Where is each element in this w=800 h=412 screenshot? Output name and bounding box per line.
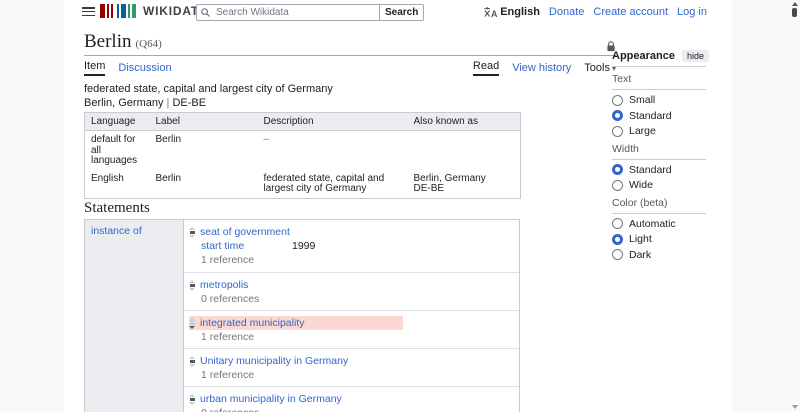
radio-text-standard[interactable]: Standard bbox=[612, 110, 706, 121]
scrollbar-thumb[interactable] bbox=[792, 8, 797, 17]
search-icon bbox=[201, 8, 210, 17]
radio-width-standard[interactable]: Standard bbox=[612, 164, 706, 175]
references-toggle[interactable]: 1 reference bbox=[201, 253, 519, 267]
scrollbar-down-arrow[interactable] bbox=[792, 405, 798, 409]
login-link[interactable]: Log in bbox=[677, 6, 707, 18]
table-row: English Berlin federated state, capital … bbox=[85, 170, 521, 199]
appearance-title: Appearance bbox=[612, 50, 675, 62]
wikidata-logo[interactable]: WIKIDATA bbox=[100, 4, 208, 18]
claim-unitary-municipality: Unitary municipality in Germany 1 refere… bbox=[184, 349, 519, 387]
section-label-text: Text bbox=[612, 73, 706, 90]
tab-discussion[interactable]: Discussion bbox=[118, 62, 171, 74]
cell-description: – bbox=[258, 131, 408, 170]
property-link-instance-of[interactable]: instance of bbox=[91, 225, 142, 237]
hide-appearance-button[interactable]: hide bbox=[682, 50, 709, 62]
section-label-color: Color (beta) bbox=[612, 197, 706, 214]
search-input[interactable] bbox=[196, 4, 379, 21]
cell-aka: Berlin, GermanyDE-BE bbox=[408, 170, 521, 199]
cell-language: English bbox=[85, 170, 150, 199]
page-content: WIKIDATA Search A English Donate Create … bbox=[64, 0, 732, 412]
entity-aliases: Berlin, Germany | DE-BE bbox=[84, 97, 616, 110]
claim-value-link[interactable]: seat of government bbox=[200, 226, 290, 238]
references-toggle[interactable]: 1 reference bbox=[201, 330, 519, 344]
qualifier-property-link[interactable]: start time bbox=[201, 240, 292, 252]
qualifier-value: 1999 bbox=[292, 240, 315, 252]
tab-read[interactable]: Read bbox=[473, 60, 499, 76]
donate-link[interactable]: Donate bbox=[549, 6, 584, 18]
terms-table: Language Label Description Also known as… bbox=[84, 112, 521, 199]
language-label: English bbox=[500, 6, 540, 18]
radio-color-light[interactable]: Light bbox=[612, 234, 706, 245]
page-title: Berlin bbox=[84, 31, 132, 52]
svg-text:A: A bbox=[491, 9, 497, 18]
radio-icon[interactable] bbox=[612, 95, 623, 106]
col-also-known-as: Also known as bbox=[408, 113, 521, 131]
title-row: Berlin (Q64) bbox=[84, 32, 616, 56]
language-icon: A bbox=[484, 7, 497, 18]
tabs-row: Item Discussion Read View history Tools▾ bbox=[84, 60, 616, 76]
radio-icon[interactable] bbox=[612, 180, 623, 191]
cell-label: Berlin bbox=[150, 170, 258, 199]
claim-seat-of-government: seat of government start time 1999 1 ref… bbox=[184, 220, 519, 273]
rank-normal-icon bbox=[189, 394, 195, 405]
entity-id: (Q64) bbox=[136, 38, 162, 50]
rank-normal-icon bbox=[189, 280, 195, 291]
terms-header-row: Language Label Description Also known as bbox=[85, 113, 521, 131]
radio-selected-icon[interactable] bbox=[612, 234, 623, 245]
references-toggle[interactable]: 0 references bbox=[201, 406, 519, 412]
wikidata-logo-bars-icon bbox=[100, 4, 136, 18]
create-account-link[interactable]: Create account bbox=[593, 6, 668, 18]
rank-normal-icon bbox=[189, 356, 195, 367]
radio-icon[interactable] bbox=[612, 126, 623, 137]
hamburger-menu-icon[interactable] bbox=[82, 7, 95, 17]
references-toggle[interactable]: 0 references bbox=[201, 292, 519, 306]
cell-language: default for all languages bbox=[85, 131, 150, 170]
claim-metropolis: metropolis 0 references bbox=[184, 273, 519, 311]
radio-width-wide[interactable]: Wide bbox=[612, 180, 706, 191]
cell-aka bbox=[408, 131, 521, 170]
claim-integrated-municipality: integrated municipality 1 reference bbox=[184, 311, 519, 349]
language-selector[interactable]: A English bbox=[484, 6, 540, 18]
statements-heading: Statements bbox=[84, 200, 150, 217]
references-toggle[interactable]: 1 reference bbox=[201, 368, 519, 382]
radio-color-automatic[interactable]: Automatic bbox=[612, 218, 706, 229]
claim-value-link[interactable]: integrated municipality bbox=[200, 317, 304, 329]
radio-selected-icon[interactable] bbox=[612, 110, 623, 121]
claim-value-link[interactable]: urban municipality in Germany bbox=[200, 393, 342, 405]
claim-urban-municipality: urban municipality in Germany 0 referenc… bbox=[184, 387, 519, 412]
tab-item[interactable]: Item bbox=[84, 60, 105, 76]
property-cell: instance of bbox=[85, 220, 183, 412]
radio-selected-icon[interactable] bbox=[612, 164, 623, 175]
claim-value-link[interactable]: Unitary municipality in Germany bbox=[200, 355, 348, 367]
radio-text-small[interactable]: Small bbox=[612, 95, 706, 106]
table-row: default for all languages Berlin – bbox=[85, 131, 521, 170]
radio-color-dark[interactable]: Dark bbox=[612, 249, 706, 260]
cell-description: federated state, capital and largest cit… bbox=[258, 170, 408, 199]
rank-normal-icon bbox=[189, 227, 195, 238]
entity-description: federated state, capital and largest cit… bbox=[84, 83, 616, 96]
scrollbar-up-arrow[interactable] bbox=[792, 2, 798, 6]
statements-group: instance of seat of government start tim… bbox=[84, 219, 520, 412]
radio-text-large[interactable]: Large bbox=[612, 126, 706, 137]
rank-deprecated-icon bbox=[189, 318, 195, 329]
claim-value-link[interactable]: metropolis bbox=[200, 279, 248, 291]
cell-label: Berlin bbox=[150, 131, 258, 170]
section-label-width: Width bbox=[612, 143, 706, 160]
radio-icon[interactable] bbox=[612, 249, 623, 260]
col-label: Label bbox=[150, 113, 258, 131]
col-language: Language bbox=[85, 113, 150, 131]
tab-view-history[interactable]: View history bbox=[512, 62, 571, 74]
radio-icon[interactable] bbox=[612, 218, 623, 229]
appearance-panel: Appearance hide Text Small Standard Larg… bbox=[612, 50, 706, 260]
search-button[interactable]: Search bbox=[379, 4, 424, 21]
top-header: WIKIDATA Search A English Donate Create … bbox=[64, 0, 732, 24]
col-description: Description bbox=[258, 113, 408, 131]
